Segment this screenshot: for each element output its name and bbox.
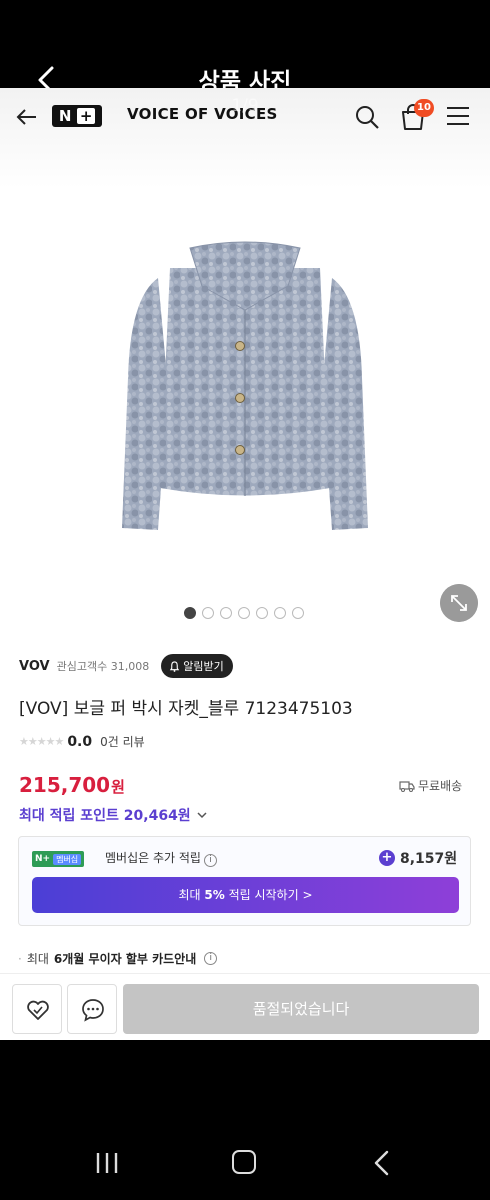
rating-value: 0.0: [67, 733, 93, 750]
info-icon[interactable]: i: [204, 952, 218, 965]
membership-box: N+ 멤버십 멤버십은 추가 적립 i + 8,157원 최대 5% 적립 시작하…: [18, 836, 471, 926]
system-back-icon[interactable]: [372, 1150, 392, 1176]
heart-icon: [27, 1000, 49, 1020]
info-icon[interactable]: i: [203, 854, 217, 867]
max-points-dropdown[interactable]: 최대 적립 포인트 20,464원: [19, 805, 209, 825]
chat-button[interactable]: [67, 984, 117, 1034]
chevron-down-icon: [197, 812, 207, 819]
gallery-dot[interactable]: [184, 607, 196, 619]
gallery-dot[interactable]: [274, 607, 286, 619]
membership-start-button[interactable]: 최대 5% 적립 시작하기 >: [32, 877, 459, 913]
product-title: [VOV] 보글 퍼 박시 자켓_블루 7123475103: [19, 699, 353, 719]
bell-icon: [170, 660, 180, 672]
notify-button[interactable]: 알림받기: [161, 654, 233, 678]
gallery-dot[interactable]: [220, 607, 232, 619]
search-icon[interactable]: [354, 104, 380, 130]
expand-icon[interactable]: [440, 584, 478, 622]
star-rating-icon: ★★★★★: [19, 735, 64, 748]
home-icon[interactable]: [232, 1150, 256, 1174]
system-nav-bar: [0, 1040, 490, 1200]
brand-name[interactable]: VOV: [19, 659, 50, 674]
cart-count-badge: 10: [414, 99, 434, 117]
truck-icon: [399, 780, 415, 792]
menu-icon[interactable]: [446, 105, 470, 127]
sold-out-button[interactable]: 품절되었습니다: [123, 984, 479, 1034]
gallery-dot[interactable]: [292, 607, 304, 619]
bottom-action-bar: 품절되었습니다: [0, 973, 490, 1040]
membership-text: 멤버십은 추가 적립 i: [105, 849, 217, 867]
review-count: 0건 리뷰: [100, 735, 145, 749]
gallery-dot[interactable]: [256, 607, 268, 619]
wishlist-button[interactable]: [12, 984, 62, 1034]
chat-icon: [82, 999, 104, 1022]
site-header: N + VOICE OF VOICES 1/9 10: [0, 88, 490, 144]
product-image[interactable]: [110, 238, 380, 548]
membership-points: + 8,157원: [379, 848, 457, 868]
viewer-top-bar: 상품 사진: [0, 0, 490, 100]
shipping-info: 무료배송: [399, 777, 462, 794]
gallery-dot[interactable]: [238, 607, 250, 619]
fans-count: 관심고객수 31,008: [56, 660, 150, 673]
gallery-pagination: [184, 607, 304, 619]
gallery-dot[interactable]: [202, 607, 214, 619]
brand-row: VOV 관심고객수 31,008 알림받기: [19, 654, 233, 678]
recent-apps-icon[interactable]: [95, 1152, 119, 1174]
plus-circle-icon: +: [379, 850, 395, 866]
product-page: N + VOICE OF VOICES 1/9 10 VOV 관심고객수 31,…: [0, 88, 490, 1040]
membership-badge: N+ 멤버십: [32, 851, 85, 867]
card-installment-info[interactable]: · 최대 6개월 무이자 할부 카드안내 i: [18, 950, 218, 967]
rating-row[interactable]: ★★★★★ 0.0 0건 리뷰: [19, 733, 145, 750]
price: 215,700원: [19, 773, 125, 797]
